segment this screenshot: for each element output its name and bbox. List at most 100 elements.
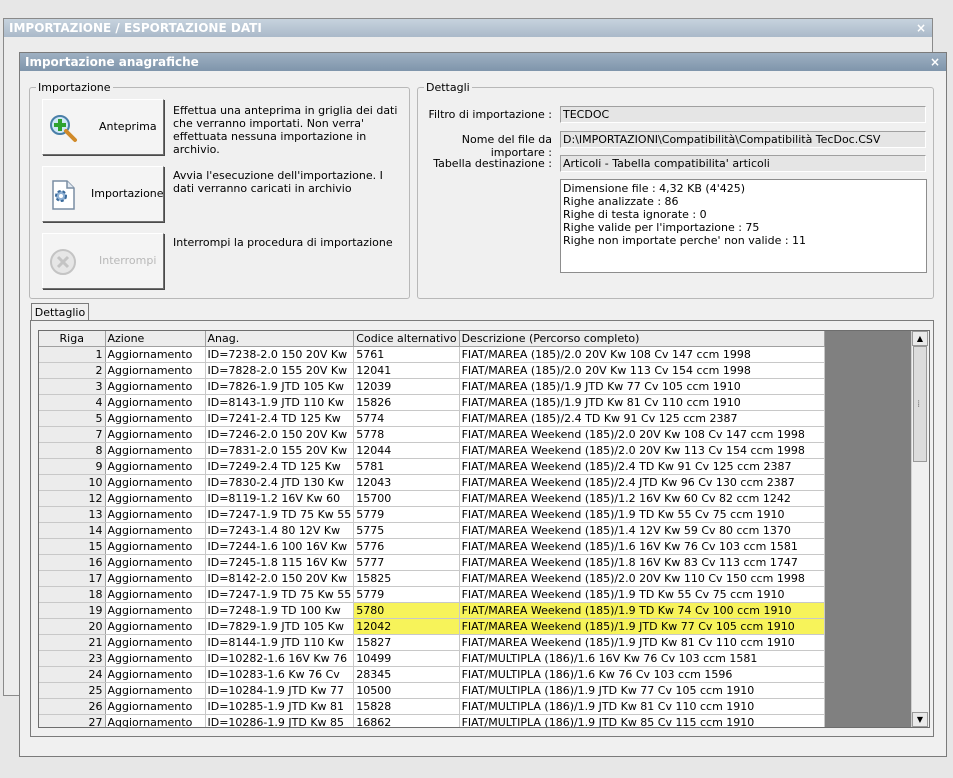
table-cell: ID=7247-1.9 TD 75 Kw 55 bbox=[205, 586, 355, 603]
table-cell: ID=8119-1.2 16V Kw 60 bbox=[205, 490, 355, 507]
stat-line: Righe di testa ignorate : 0 bbox=[563, 208, 707, 221]
table-row[interactable]: 13 Aggiornamento ID=7247-1.9 TD 75 Kw 55 57… bbox=[39, 506, 825, 523]
row-number: 17 bbox=[39, 570, 106, 587]
scroll-up-icon[interactable]: ▲ bbox=[912, 331, 928, 346]
table-row[interactable]: 12 Aggiornamento ID=8119-1.2 16V Kw 60 1570… bbox=[39, 490, 825, 507]
outer-window-titlebar: IMPORTAZIONE / ESPORTAZIONE DATI × bbox=[4, 19, 932, 37]
table-cell: FIAT/MAREA Weekend (185)/2.0 20V Kw 110 … bbox=[459, 570, 825, 587]
table-cell: 12041 bbox=[353, 362, 460, 379]
table-row[interactable]: 20 Aggiornamento ID=7829-1.9 JTD 105 Kw 120… bbox=[39, 618, 825, 635]
table-row[interactable]: 15 Aggiornamento ID=7244-1.6 100 16V Kw 577… bbox=[39, 538, 825, 555]
table-cell: Aggiornamento bbox=[105, 586, 206, 603]
table-cell: Aggiornamento bbox=[105, 346, 206, 363]
table-cell: Aggiornamento bbox=[105, 650, 206, 667]
vertical-scrollbar[interactable]: ▲ ⁞ ▼ bbox=[911, 331, 929, 727]
scroll-down-icon[interactable]: ▼ bbox=[912, 712, 928, 727]
table-cell: ID=8142-2.0 150 20V Kw bbox=[205, 570, 355, 587]
dialog-title: Importazione anagrafiche bbox=[25, 55, 199, 69]
importazione-legend: Importazione bbox=[38, 81, 111, 94]
table-cell: 12042 bbox=[353, 618, 460, 635]
table-row[interactable]: 16 Aggiornamento ID=7245-1.8 115 16V Kw 577… bbox=[39, 554, 825, 571]
table-row[interactable]: 5 Aggiornamento ID=7241-2.4 TD 125 Kw 5774 F… bbox=[39, 410, 825, 427]
table-cell: Aggiornamento bbox=[105, 442, 206, 459]
tab-dettaglio[interactable]: Dettaglio bbox=[31, 303, 89, 321]
table-row[interactable]: 24 Aggiornamento ID=10283-1.6 Kw 76 Cv 2834… bbox=[39, 666, 825, 683]
table-cell: 5776 bbox=[353, 538, 460, 555]
filter-field[interactable]: TECDOC bbox=[560, 106, 926, 123]
table-cell: ID=8144-1.9 JTD 110 Kw bbox=[205, 634, 355, 651]
table-row[interactable]: 18 Aggiornamento ID=7247-1.9 TD 75 Kw 55 57… bbox=[39, 586, 825, 603]
import-button[interactable]: Importazione bbox=[42, 166, 164, 222]
table-cell: FIAT/MAREA Weekend (185)/1.9 JTD Kw 77 C… bbox=[459, 618, 825, 635]
stop-button[interactable]: Interrompi bbox=[42, 233, 164, 289]
table-field[interactable]: Articoli - Tabella compatibilita' artico… bbox=[560, 155, 926, 172]
table-row[interactable]: 8 Aggiornamento ID=7831-2.0 155 20V Kw 1204… bbox=[39, 442, 825, 459]
table-cell: ID=7246-2.0 150 20V Kw bbox=[205, 426, 355, 443]
stop-description: Interrompi la procedura di importazione bbox=[173, 236, 393, 249]
row-number: 2 bbox=[39, 362, 106, 379]
table-cell: Aggiornamento bbox=[105, 474, 206, 491]
table-cell: ID=7244-1.6 100 16V Kw bbox=[205, 538, 355, 555]
column-header[interactable]: Codice alternativo bbox=[353, 331, 460, 347]
table-row[interactable]: 21 Aggiornamento ID=8144-1.9 JTD 110 Kw 158… bbox=[39, 634, 825, 651]
table-cell: ID=7245-1.8 115 16V Kw bbox=[205, 554, 355, 571]
table-cell: 5780 bbox=[353, 602, 460, 619]
table-cell: Aggiornamento bbox=[105, 490, 206, 507]
row-number: 23 bbox=[39, 650, 106, 667]
table-row[interactable]: 2 Aggiornamento ID=7828-2.0 155 20V Kw 1204… bbox=[39, 362, 825, 379]
table-cell: FIAT/MAREA Weekend (185)/1.2 16V Kw 60 C… bbox=[459, 490, 825, 507]
dialog-titlebar: Importazione anagrafiche × bbox=[20, 53, 946, 71]
table-cell: FIAT/MAREA Weekend (185)/1.9 JTD Kw 81 C… bbox=[459, 634, 825, 651]
table-row[interactable]: 23 Aggiornamento ID=10282-1.6 16V Kw 76 104… bbox=[39, 650, 825, 667]
file-field[interactable]: D:\IMPORTAZIONI\Compatibilità\Compatibil… bbox=[560, 131, 926, 148]
table-cell: Aggiornamento bbox=[105, 618, 206, 635]
table-row[interactable]: 10 Aggiornamento ID=7830-2.4 JTD 130 Kw 120… bbox=[39, 474, 825, 491]
table-row[interactable]: 14 Aggiornamento ID=7243-1.4 80 12V Kw 5775… bbox=[39, 522, 825, 539]
column-header[interactable]: Descrizione (Percorso completo) bbox=[459, 331, 825, 347]
stat-line: Righe analizzate : 86 bbox=[563, 195, 679, 208]
table-cell: FIAT/MULTIPLA (186)/1.6 16V Kw 76 Cv 103… bbox=[459, 650, 825, 667]
table-row[interactable]: 7 Aggiornamento ID=7246-2.0 150 20V Kw 5778… bbox=[39, 426, 825, 443]
table-row[interactable]: 1 Aggiornamento ID=7238-2.0 150 20V Kw 5761… bbox=[39, 346, 825, 363]
dialog-close-icon[interactable]: × bbox=[930, 53, 940, 71]
stop-button-label: Interrompi bbox=[99, 254, 157, 267]
column-header[interactable]: Anag. bbox=[205, 331, 355, 347]
row-number: 15 bbox=[39, 538, 106, 555]
table-cell: FIAT/MAREA Weekend (185)/2.0 20V Kw 113 … bbox=[459, 442, 825, 459]
row-number: 3 bbox=[39, 378, 106, 395]
row-number: 5 bbox=[39, 410, 106, 427]
preview-button[interactable]: Anteprima bbox=[42, 99, 164, 155]
table-row[interactable]: 19 Aggiornamento ID=7248-1.9 TD 100 Kw 5780… bbox=[39, 602, 825, 619]
stat-line: Dimensione file : 4,32 KB (4'425) bbox=[563, 182, 746, 195]
import-button-label: Importazione bbox=[91, 187, 164, 200]
table-cell: FIAT/MAREA (185)/2.4 TD Kw 91 Cv 125 ccm… bbox=[459, 410, 825, 427]
table-cell: ID=7247-1.9 TD 75 Kw 55 bbox=[205, 506, 355, 523]
column-header[interactable]: Riga bbox=[39, 331, 106, 347]
scroll-thumb[interactable]: ⁞ bbox=[913, 346, 927, 462]
document-gear-icon bbox=[52, 180, 75, 210]
table-cell: Aggiornamento bbox=[105, 602, 206, 619]
table-cell: 15700 bbox=[353, 490, 460, 507]
table-row[interactable]: 25 Aggiornamento ID=10284-1.9 JTD Kw 77 105… bbox=[39, 682, 825, 699]
row-number: 25 bbox=[39, 682, 106, 699]
grid-panel: Riga Azione Anag. Codice alternativo Descriz… bbox=[30, 320, 934, 737]
stat-line: Righe valide per l'importazione : 75 bbox=[563, 221, 760, 234]
table-cell: Aggiornamento bbox=[105, 714, 206, 727]
data-grid[interactable]: Riga Azione Anag. Codice alternativo Descriz… bbox=[38, 330, 930, 728]
column-header[interactable]: Azione bbox=[105, 331, 206, 347]
table-row[interactable]: 4 Aggiornamento ID=8143-1.9 JTD 110 Kw 1582… bbox=[39, 394, 825, 411]
outer-window-title: IMPORTAZIONE / ESPORTAZIONE DATI bbox=[9, 21, 262, 35]
outer-close-icon[interactable]: × bbox=[916, 19, 926, 37]
table-row[interactable]: 26 Aggiornamento ID=10285-1.9 JTD Kw 81 158… bbox=[39, 698, 825, 715]
table-cell: ID=7828-2.0 155 20V Kw bbox=[205, 362, 355, 379]
table-cell: FIAT/MAREA (185)/2.0 20V Kw 108 Cv 147 c… bbox=[459, 346, 825, 363]
table-cell: 16862 bbox=[353, 714, 460, 727]
table-row[interactable]: 9 Aggiornamento ID=7249-2.4 TD 125 Kw 5781 F… bbox=[39, 458, 825, 475]
table-row[interactable]: 17 Aggiornamento ID=8142-2.0 150 20V Kw 158… bbox=[39, 570, 825, 587]
table-cell: ID=10284-1.9 JTD Kw 77 bbox=[205, 682, 355, 699]
table-row[interactable]: 3 Aggiornamento ID=7826-1.9 JTD 105 Kw 1203… bbox=[39, 378, 825, 395]
stats-memo[interactable]: Dimensione file : 4,32 KB (4'425) Righe … bbox=[560, 179, 927, 273]
table-cell: 12039 bbox=[353, 378, 460, 395]
table-cell: Aggiornamento bbox=[105, 538, 206, 555]
table-row[interactable]: 27 Aggiornamento ID=10286-1.9 JTD Kw 85 168… bbox=[39, 714, 825, 727]
